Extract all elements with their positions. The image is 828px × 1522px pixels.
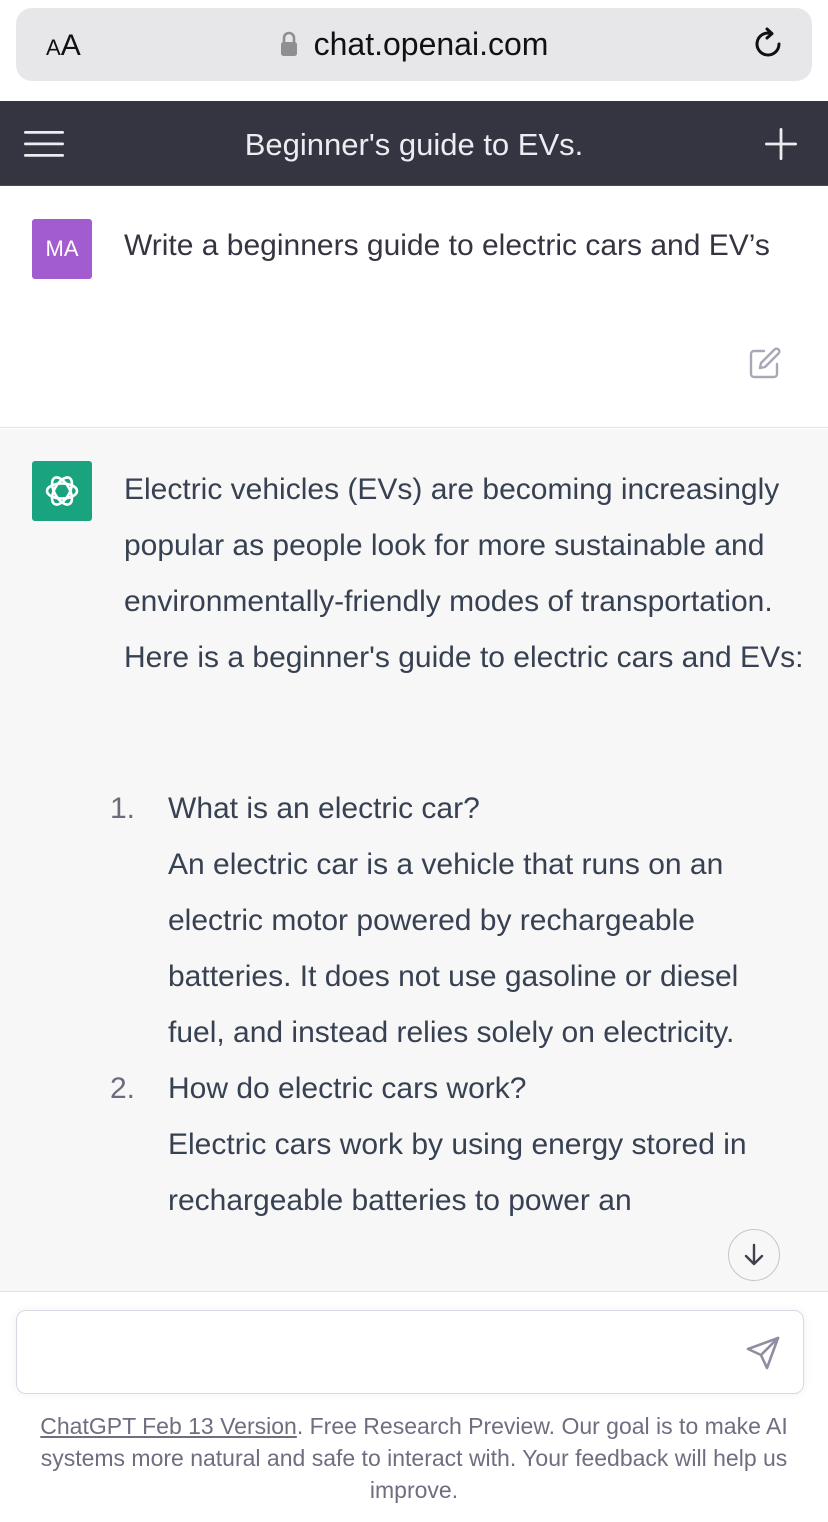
message-input-box[interactable] xyxy=(16,1310,804,1394)
url-display[interactable]: chat.openai.com xyxy=(16,22,812,66)
openai-logo-icon xyxy=(45,476,79,506)
version-link[interactable]: ChatGPT Feb 13 Version xyxy=(40,1413,297,1439)
chatgpt-logo-avatar xyxy=(32,461,92,521)
list-item-question: How do electric cars work? xyxy=(168,1072,527,1105)
message-input[interactable] xyxy=(35,1311,735,1391)
chat-header: Beginner's guide to EVs. xyxy=(0,101,828,186)
composer-area: ChatGPT Feb 13 Version. Free Research Pr… xyxy=(0,1291,828,1522)
list-item-question: What is an electric car? xyxy=(168,792,480,825)
list-item: 1. What is an electric car? An electric … xyxy=(110,781,800,1061)
assistant-message: Electric vehicles (EVs) are becoming inc… xyxy=(0,429,828,1291)
chat-title: Beginner's guide to EVs. xyxy=(244,127,584,162)
list-item-answer: An electric car is a vehicle that runs o… xyxy=(168,848,739,1049)
url-field[interactable]: AA chat.openai.com xyxy=(16,8,812,81)
new-chat-plus-icon[interactable] xyxy=(764,127,798,161)
list-item-number: 1. xyxy=(110,792,136,825)
user-message: MA Write a beginners guide to electric c… xyxy=(0,186,828,428)
user-avatar: MA xyxy=(32,219,92,279)
list-item-answer: Electric cars work by using energy store… xyxy=(168,1128,747,1217)
assistant-intro-text: Electric vehicles (EVs) are becoming inc… xyxy=(124,473,804,674)
send-icon[interactable] xyxy=(745,1335,781,1371)
reload-icon[interactable] xyxy=(750,26,786,62)
arrow-down-icon xyxy=(744,1243,764,1266)
list-item-number: 2. xyxy=(110,1072,136,1105)
edit-icon[interactable] xyxy=(748,346,782,380)
answer-list: 1. What is an electric car? An electric … xyxy=(110,781,800,1229)
user-message-text: Write a beginners guide to electric cars… xyxy=(124,229,770,262)
footer-disclaimer: ChatGPT Feb 13 Version. Free Research Pr… xyxy=(20,1410,808,1506)
scroll-to-bottom-button[interactable] xyxy=(728,1229,780,1281)
lock-icon xyxy=(280,31,297,56)
browser-address-bar: AA chat.openai.com xyxy=(0,0,828,100)
list-item: 2. How do electric cars work? Electric c… xyxy=(110,1061,800,1229)
url-text: chat.openai.com xyxy=(313,25,549,62)
